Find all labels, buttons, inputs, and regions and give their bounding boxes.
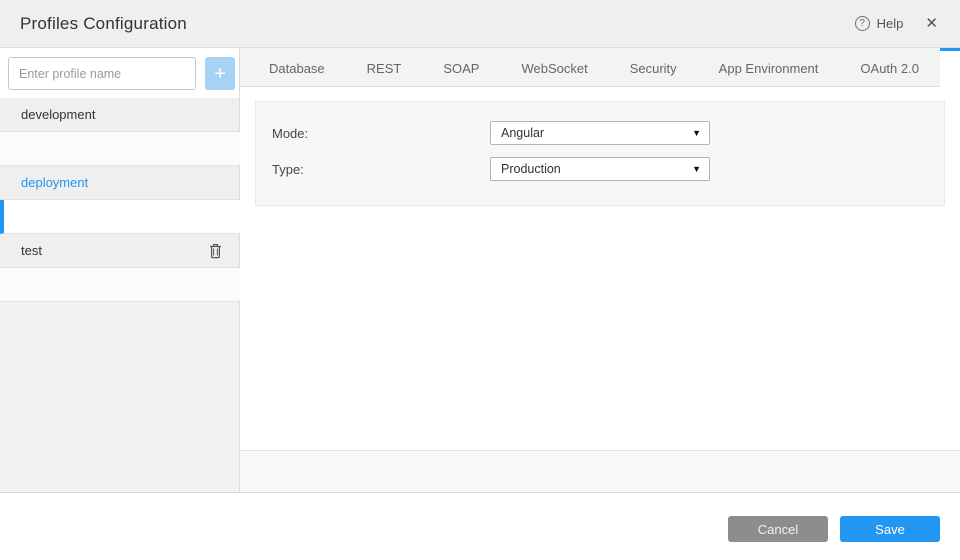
profile-group-label: deployment [21,175,89,190]
profile-group-label: test [21,243,42,258]
profiles-configuration-dialog: Profiles Configuration ? Help ✕ + develo… [0,0,960,560]
profile-list: development es1232 (app) deployment es12… [0,98,960,302]
tab-bar: Database REST SOAP WebSocket Security Ap… [240,48,960,87]
page-title: Profiles Configuration [20,13,187,33]
bottom-strip [240,450,960,492]
profile-group-deployment[interactable]: deployment [0,166,239,200]
help-label: Help [876,16,904,31]
tab-oauth-2-0[interactable]: OAuth 2.0 [839,48,940,86]
mode-field-row: Mode: Angular ▼ [272,121,928,145]
type-select-value: Production [501,162,561,176]
chevron-down-icon: ▼ [692,164,701,174]
tab-content: Mode: Angular ▼ Type: Production ▼ [240,87,960,450]
cancel-button[interactable]: Cancel [728,516,828,542]
help-icon: ? [854,16,870,31]
delete-profile-icon[interactable] [209,243,222,259]
build-options-panel: Mode: Angular ▼ Type: Production ▼ [255,101,945,206]
mode-select[interactable]: Angular ▼ [490,121,710,145]
type-field-row: Type: Production ▼ [272,157,928,181]
main-area: Database REST SOAP WebSocket Security Ap… [240,48,960,492]
tab-rest[interactable]: REST [346,48,423,86]
profile-group-development[interactable]: development [0,98,239,132]
dialog-footer: Cancel Save [0,493,960,560]
mode-select-value: Angular [501,126,545,140]
dialog-header: Profiles Configuration ? Help ✕ [0,0,960,48]
profile-group-test[interactable]: test [0,234,239,268]
save-button[interactable]: Save [840,516,940,542]
add-profile-button[interactable]: + [205,57,235,90]
tab-soap[interactable]: SOAP [422,48,500,86]
tab-build-options[interactable]: Build Options [939,48,960,87]
plus-icon: + [214,62,227,85]
tab-database[interactable]: Database [248,48,346,86]
tab-websocket[interactable]: WebSocket [500,48,608,86]
chevron-down-icon: ▼ [692,128,701,138]
profile-name-input[interactable] [8,57,197,90]
profiles-sidebar: + development es1232 (app) deployment es… [0,48,960,492]
profile-create-bar: + [0,48,239,98]
type-label: Type: [272,161,304,177]
profile-group-label: development [21,107,96,122]
header-actions: ? Help ✕ [854,16,938,31]
mode-label: Mode: [272,125,309,141]
close-icon[interactable]: ✕ [925,16,938,31]
dialog-body: + development es1232 (app) deployment es… [0,48,960,493]
help-button[interactable]: ? Help [854,16,904,31]
tab-app-environment[interactable]: App Environment [698,48,840,86]
type-select[interactable]: Production ▼ [490,157,710,181]
tab-security[interactable]: Security [609,48,698,86]
